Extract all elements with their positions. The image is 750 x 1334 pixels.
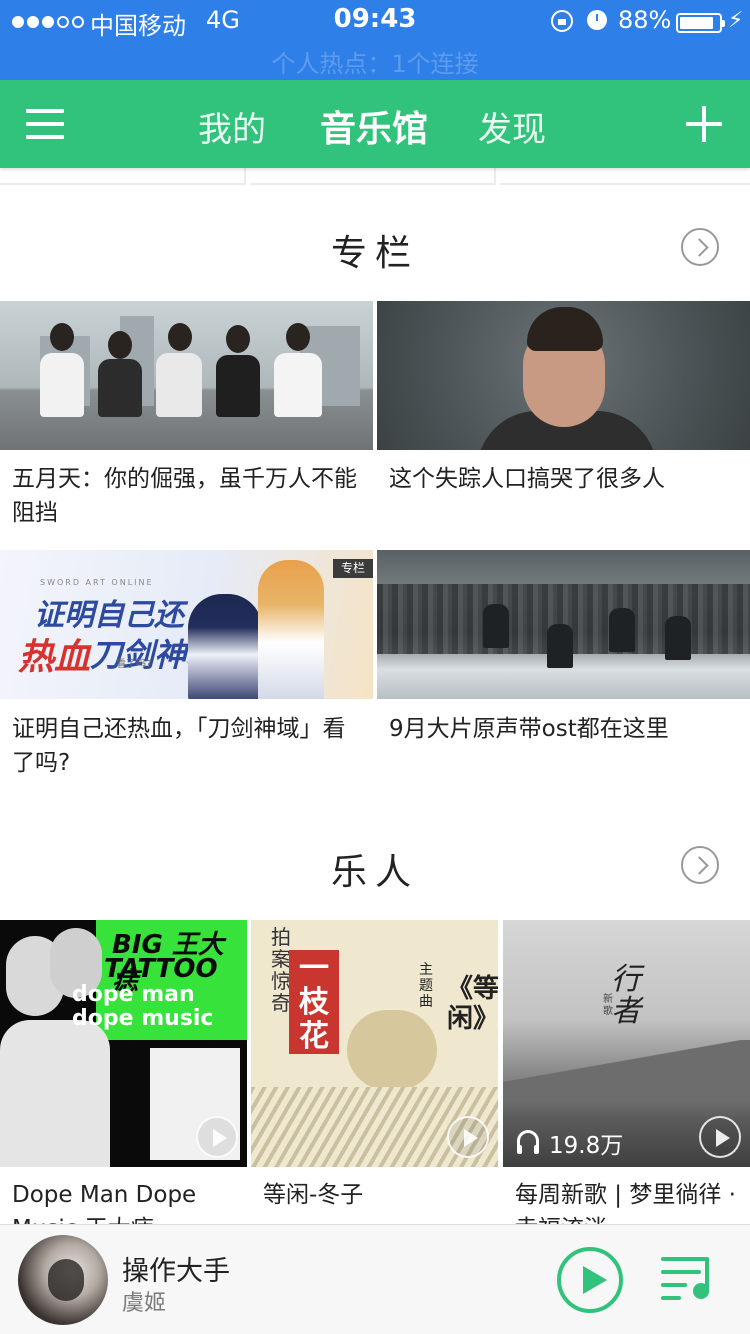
column-item-image-portrait[interactable] [377,301,750,450]
section-title-column: 专栏 [330,233,419,274]
column-item-image-army[interactable] [377,550,750,699]
landscape-art-calligraphy: 行者 [611,962,641,1029]
mini-player[interactable]: 操作大手 虞姬 [0,1224,750,1334]
tab-music-hall[interactable]: 音乐馆 [320,100,428,152]
dope-art-line1: dope man [72,982,195,1007]
dengxian-art-seal: 一枝花 [289,950,339,1054]
dope-art-tattoo: TATTOO [104,954,218,984]
column-more-arrow-icon[interactable] [681,228,719,266]
play-overlay-icon[interactable] [699,1116,741,1158]
section-title-musicians: 乐人 [330,852,419,893]
dengxian-art-title: 《等闲》 [447,974,498,1034]
battery-percent: 88% [618,6,672,34]
battery-icon [676,13,725,33]
musician-item-caption[interactable]: 每周新歌 | 梦里徜徉 · 幸福流淌 [515,1178,743,1224]
hotspot-banner[interactable]: 个人热点：1个连接 [0,44,750,79]
dope-art-line2: dope music [72,1006,214,1031]
play-circle-icon[interactable] [557,1247,623,1313]
column-item-caption[interactable]: 五月天：你的倔强，虽千万人不能阻挡 [12,462,368,530]
column-badge: 专栏 [333,559,373,578]
hamburger-menu-icon[interactable] [26,106,64,142]
scrolled-content-remnant [0,168,750,185]
album-cover[interactable] [18,1235,108,1325]
play-overlay-icon[interactable] [447,1116,489,1158]
charging-icon: ⚡ [728,8,744,33]
play-count: 19.8万 [549,1133,624,1159]
musician-item-caption[interactable]: Dope Man Dope Music 王大痣 [12,1178,244,1224]
play-overlay-icon[interactable] [196,1116,238,1158]
dengxian-art-sub: 主题曲 [419,962,433,1010]
column-item-caption[interactable]: 9月大片原声带ost都在这里 [389,712,739,746]
musician-item-caption[interactable]: 等闲-冬子 [263,1178,495,1224]
musicians-more-arrow-icon[interactable] [681,846,719,884]
alarm-icon [587,10,607,30]
headphone-icon [517,1130,539,1154]
musician-item-image-dengxian[interactable]: 拍案惊奇 一枝花 主题曲 《等闲》 [251,920,498,1167]
musician-item-image-landscape[interactable]: 行者 新歌 19.8万 [503,920,750,1167]
column-item-image-mayday[interactable] [0,301,373,450]
landscape-art-sub: 新歌 [603,994,613,1017]
playlist-icon[interactable] [661,1253,715,1305]
plus-icon[interactable] [686,106,722,142]
now-playing-song[interactable]: 操作大手 [122,1249,230,1288]
top-nav-bar: 我的 音乐馆 发现 [0,80,750,168]
now-playing-artist[interactable]: 虞姬 [122,1285,166,1317]
tab-discover[interactable]: 发现 [478,102,546,151]
anime-banner-top-text: SWORD ART ONLINE [40,578,154,587]
column-item-caption[interactable]: 这个失踪人口搞哭了很多人 [389,462,739,496]
rotation-lock-icon [551,10,573,32]
tab-mine[interactable]: 我的 [198,102,266,151]
musician-item-image-dope[interactable]: BIG 王大痣 TATTOO dope man dope music [0,920,247,1167]
column-item-caption[interactable]: 证明自己还热血，「刀剑神域」看了吗? [12,712,368,780]
status-bar: 中国移动 4G 09:43 88% ⚡ 个人热点：1个连接 [0,0,750,80]
anime-banner-small: 看了吗? [116,659,152,670]
anime-banner-line2: 热血 [18,637,91,678]
column-item-image-anime[interactable]: SWORD ART ONLINE 证明自己还 热血 刀剑神域 看了吗? 专栏 [0,550,373,699]
